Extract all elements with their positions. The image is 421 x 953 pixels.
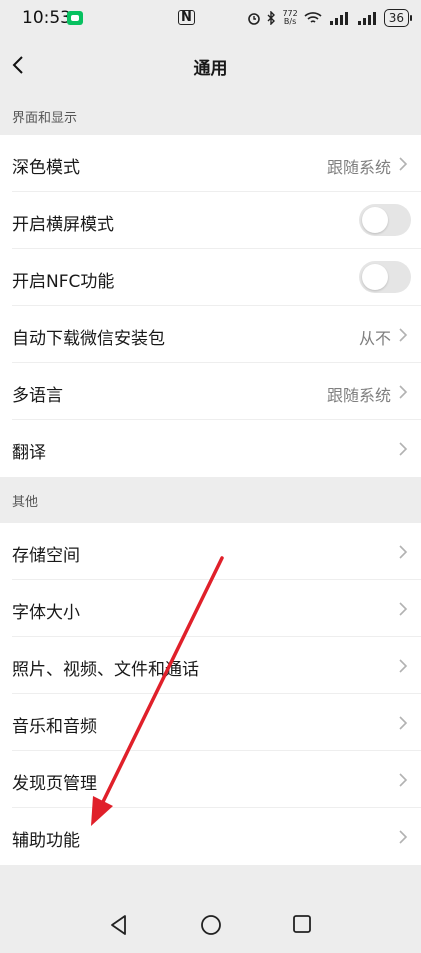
toggle-knob (362, 207, 388, 233)
page-title: 通用 (193, 59, 228, 79)
nav-back-icon[interactable] (109, 914, 129, 936)
settings-row-storage[interactable]: 存储空间 (0, 523, 421, 580)
row-label: 辅助功能 (12, 831, 80, 851)
row-label: 翻译 (12, 443, 46, 463)
settings-row-media-files[interactable]: 照片、视频、文件和通话 (0, 637, 421, 694)
chevron-right-icon (399, 830, 408, 844)
network-speed-unit: B/s (283, 17, 297, 26)
settings-row-nfc: 开启NFC功能 (0, 249, 421, 306)
chevron-right-icon (399, 157, 408, 171)
settings-group-other: 存储空间 字体大小 照片、视频、文件和通话 音乐和音频 发现页管理 辅助功能 (0, 523, 421, 865)
settings-row-translate[interactable]: 翻译 (0, 420, 421, 477)
chevron-right-icon (399, 602, 408, 616)
chevron-right-icon (399, 328, 408, 342)
section-title: 其他 (12, 495, 39, 510)
row-value: 跟随系统 (326, 386, 391, 405)
landscape-toggle[interactable] (359, 204, 411, 236)
status-bar: 10:53 N 772 B/s 36 (0, 0, 421, 40)
signal-icon (329, 12, 348, 25)
settings-row-discover-manage[interactable]: 发现页管理 (0, 751, 421, 808)
row-label: 存储空间 (12, 546, 80, 566)
status-time: 10:53 (22, 8, 71, 28)
settings-row-music-audio[interactable]: 音乐和音频 (0, 694, 421, 751)
section-title: 界面和显示 (12, 111, 78, 126)
network-speed: 772 B/s (282, 10, 297, 26)
row-label: 深色模式 (12, 158, 80, 178)
row-value: 从不 (358, 329, 391, 348)
nav-recents-icon[interactable] (292, 914, 312, 934)
signal-icon-2 (357, 12, 376, 25)
settings-row-font-size[interactable]: 字体大小 (0, 580, 421, 637)
nfc-toggle[interactable] (359, 261, 411, 293)
row-label: 多语言 (12, 386, 63, 406)
row-label: 自动下载微信安装包 (12, 329, 165, 349)
chevron-right-icon (399, 442, 408, 456)
settings-row-auto-download[interactable]: 自动下载微信安装包 从不 (0, 306, 421, 363)
alarm-icon (248, 13, 261, 25)
section-header-other: 其他 (0, 477, 421, 521)
status-icons: 772 B/s 36 (247, 9, 413, 27)
row-label: 开启NFC功能 (12, 272, 115, 292)
nfc-icon: N (178, 10, 195, 25)
battery-indicator: 36 (383, 9, 413, 27)
section-header-display: 界面和显示 (0, 93, 421, 137)
row-label: 字体大小 (12, 603, 80, 623)
system-nav-bar (0, 900, 421, 953)
chevron-right-icon (399, 773, 408, 787)
settings-row-language[interactable]: 多语言 跟随系统 (0, 363, 421, 420)
row-value: 跟随系统 (326, 158, 391, 177)
row-label: 照片、视频、文件和通话 (12, 660, 199, 680)
row-label: 开启横屏模式 (12, 215, 114, 235)
message-notification-icon (67, 11, 83, 25)
row-label: 发现页管理 (12, 774, 97, 794)
toggle-knob (362, 264, 388, 290)
nav-bar: 通用 (0, 40, 421, 90)
chevron-right-icon (399, 716, 408, 730)
settings-group-display: 深色模式 跟随系统 开启横屏模式 开启NFC功能 自动下载微信安装包 从不 多语… (0, 135, 421, 477)
row-label: 音乐和音频 (12, 717, 97, 737)
settings-row-dark-mode[interactable]: 深色模式 跟随系统 (0, 135, 421, 192)
chevron-right-icon (399, 659, 408, 673)
settings-row-accessibility[interactable]: 辅助功能 (0, 808, 421, 865)
bluetooth-icon (267, 11, 276, 25)
chevron-right-icon (399, 385, 408, 399)
settings-row-landscape: 开启横屏模式 (0, 192, 421, 249)
wifi-icon (304, 12, 322, 23)
nav-home-icon[interactable] (200, 914, 222, 936)
chevron-right-icon (399, 545, 408, 559)
